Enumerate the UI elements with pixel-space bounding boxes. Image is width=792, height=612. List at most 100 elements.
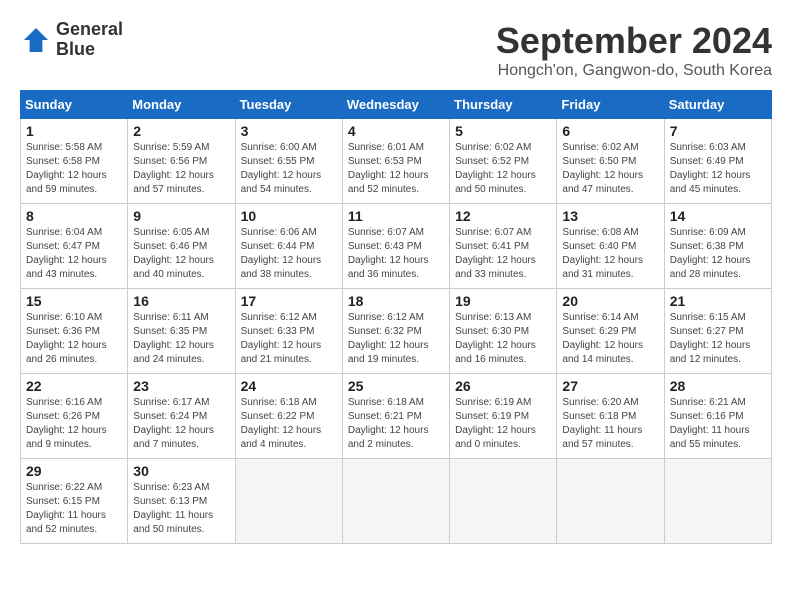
table-row	[235, 459, 342, 544]
table-row: 11 Sunrise: 6:07 AM Sunset: 6:43 PM Dayli…	[342, 204, 449, 289]
table-row: 24Sunrise: 6:18 AM Sunset: 6:22 PM Dayli…	[235, 374, 342, 459]
day-info: Sunrise: 6:09 AM Sunset: 6:38 PM Dayligh…	[670, 226, 766, 282]
day-info: Sunrise: 6:21 AM Sunset: 6:16 PM Dayligh…	[670, 396, 766, 452]
table-row: 6 Sunrise: 6:02 AM Sunset: 6:50 PM Daylig…	[557, 119, 664, 204]
day-number: 19	[455, 293, 551, 309]
day-info: Sunrise: 6:18 AM Sunset: 6:21 PM Dayligh…	[348, 396, 444, 452]
calendar-row: 1 Sunrise: 5:58 AM Sunset: 6:58 PM Daylig…	[21, 119, 772, 204]
day-number: 11	[348, 208, 444, 224]
day-info: Sunrise: 6:03 AM Sunset: 6:49 PM Dayligh…	[670, 141, 766, 197]
day-number: 24	[241, 378, 337, 394]
table-row: 20 Sunrise: 6:14 AM Sunset: 6:29 PM Dayli…	[557, 289, 664, 374]
day-info: Sunrise: 6:11 AM Sunset: 6:35 PM Dayligh…	[133, 311, 229, 367]
day-info: Sunrise: 6:04 AM Sunset: 6:47 PM Dayligh…	[26, 226, 122, 282]
day-number: 3	[241, 123, 337, 139]
day-number: 7	[670, 123, 766, 139]
day-info: Sunrise: 6:17 AM Sunset: 6:24 PM Dayligh…	[133, 396, 229, 452]
header-sunday: Sunday	[21, 91, 128, 119]
table-row: 7 Sunrise: 6:03 AM Sunset: 6:49 PM Daylig…	[664, 119, 771, 204]
day-number: 9	[133, 208, 229, 224]
calendar-row: 15Sunrise: 6:10 AM Sunset: 6:36 PM Dayli…	[21, 289, 772, 374]
table-row: 1 Sunrise: 5:58 AM Sunset: 6:58 PM Daylig…	[21, 119, 128, 204]
day-info: Sunrise: 6:22 AM Sunset: 6:15 PM Dayligh…	[26, 481, 122, 537]
table-row: 27 Sunrise: 6:20 AM Sunset: 6:18 PM Dayli…	[557, 374, 664, 459]
table-row: 8 Sunrise: 6:04 AM Sunset: 6:47 PM Daylig…	[21, 204, 128, 289]
calendar-table: Sunday Monday Tuesday Wednesday Thursday…	[20, 90, 772, 544]
table-row: 18 Sunrise: 6:12 AM Sunset: 6:32 PM Dayli…	[342, 289, 449, 374]
day-number: 28	[670, 378, 766, 394]
calendar-row: 22 Sunrise: 6:16 AM Sunset: 6:26 PM Dayli…	[21, 374, 772, 459]
calendar-row: 8 Sunrise: 6:04 AM Sunset: 6:47 PM Daylig…	[21, 204, 772, 289]
location: Hongch'on, Gangwon-do, South Korea	[496, 62, 772, 80]
header-saturday: Saturday	[664, 91, 771, 119]
day-number: 29	[26, 463, 122, 479]
day-number: 23	[133, 378, 229, 394]
day-info: Sunrise: 6:05 AM Sunset: 6:46 PM Dayligh…	[133, 226, 229, 282]
page-header: General Blue September 2024 Hongch'on, G…	[20, 20, 772, 80]
table-row: 9 Sunrise: 6:05 AM Sunset: 6:46 PM Daylig…	[128, 204, 235, 289]
day-number: 4	[348, 123, 444, 139]
table-row: 23 Sunrise: 6:17 AM Sunset: 6:24 PM Dayli…	[128, 374, 235, 459]
day-number: 2	[133, 123, 229, 139]
day-info: Sunrise: 6:12 AM Sunset: 6:32 PM Dayligh…	[348, 311, 444, 367]
day-number: 21	[670, 293, 766, 309]
day-number: 14	[670, 208, 766, 224]
day-number: 27	[562, 378, 658, 394]
day-number: 22	[26, 378, 122, 394]
table-row: 13 Sunrise: 6:08 AM Sunset: 6:40 PM Dayli…	[557, 204, 664, 289]
day-info: Sunrise: 6:19 AM Sunset: 6:19 PM Dayligh…	[455, 396, 551, 452]
table-row: 14 Sunrise: 6:09 AM Sunset: 6:38 PM Dayli…	[664, 204, 771, 289]
day-info: Sunrise: 6:02 AM Sunset: 6:50 PM Dayligh…	[562, 141, 658, 197]
day-number: 26	[455, 378, 551, 394]
calendar-row: 29 Sunrise: 6:22 AM Sunset: 6:15 PM Dayli…	[21, 459, 772, 544]
table-row: 2 Sunrise: 5:59 AM Sunset: 6:56 PM Daylig…	[128, 119, 235, 204]
table-row	[557, 459, 664, 544]
header-monday: Monday	[128, 91, 235, 119]
table-row	[450, 459, 557, 544]
table-row: 12Sunrise: 6:07 AM Sunset: 6:41 PM Dayli…	[450, 204, 557, 289]
header-friday: Friday	[557, 91, 664, 119]
table-row	[664, 459, 771, 544]
day-info: Sunrise: 6:07 AM Sunset: 6:41 PM Dayligh…	[455, 226, 551, 282]
day-number: 6	[562, 123, 658, 139]
weekday-header-row: Sunday Monday Tuesday Wednesday Thursday…	[21, 91, 772, 119]
table-row: 5Sunrise: 6:02 AM Sunset: 6:52 PM Daylig…	[450, 119, 557, 204]
day-info: Sunrise: 6:15 AM Sunset: 6:27 PM Dayligh…	[670, 311, 766, 367]
table-row: 22 Sunrise: 6:16 AM Sunset: 6:26 PM Dayli…	[21, 374, 128, 459]
month-title: September 2024	[496, 20, 772, 62]
day-info: Sunrise: 6:23 AM Sunset: 6:13 PM Dayligh…	[133, 481, 229, 537]
day-number: 8	[26, 208, 122, 224]
day-number: 25	[348, 378, 444, 394]
day-info: Sunrise: 5:58 AM Sunset: 6:58 PM Dayligh…	[26, 141, 122, 197]
table-row: 17Sunrise: 6:12 AM Sunset: 6:33 PM Dayli…	[235, 289, 342, 374]
table-row: 30 Sunrise: 6:23 AM Sunset: 6:13 PM Dayli…	[128, 459, 235, 544]
header-thursday: Thursday	[450, 91, 557, 119]
day-number: 13	[562, 208, 658, 224]
day-number: 18	[348, 293, 444, 309]
day-info: Sunrise: 6:08 AM Sunset: 6:40 PM Dayligh…	[562, 226, 658, 282]
day-number: 1	[26, 123, 122, 139]
table-row: 3 Sunrise: 6:00 AM Sunset: 6:55 PM Daylig…	[235, 119, 342, 204]
table-row: 29 Sunrise: 6:22 AM Sunset: 6:15 PM Dayli…	[21, 459, 128, 544]
day-number: 20	[562, 293, 658, 309]
logo: General Blue	[20, 20, 123, 60]
header-wednesday: Wednesday	[342, 91, 449, 119]
title-section: September 2024 Hongch'on, Gangwon-do, So…	[496, 20, 772, 80]
table-row: 19 Sunrise: 6:13 AM Sunset: 6:30 PM Dayli…	[450, 289, 557, 374]
day-number: 30	[133, 463, 229, 479]
table-row: 25 Sunrise: 6:18 AM Sunset: 6:21 PM Dayli…	[342, 374, 449, 459]
day-info: Sunrise: 5:59 AM Sunset: 6:56 PM Dayligh…	[133, 141, 229, 197]
day-info: Sunrise: 6:10 AM Sunset: 6:36 PM Dayligh…	[26, 311, 122, 367]
day-number: 16	[133, 293, 229, 309]
day-info: Sunrise: 6:12 AM Sunset: 6:33 PM Dayligh…	[241, 311, 337, 367]
day-info: Sunrise: 6:14 AM Sunset: 6:29 PM Dayligh…	[562, 311, 658, 367]
day-info: Sunrise: 6:20 AM Sunset: 6:18 PM Dayligh…	[562, 396, 658, 452]
day-info: Sunrise: 6:00 AM Sunset: 6:55 PM Dayligh…	[241, 141, 337, 197]
day-info: Sunrise: 6:16 AM Sunset: 6:26 PM Dayligh…	[26, 396, 122, 452]
day-info: Sunrise: 6:13 AM Sunset: 6:30 PM Dayligh…	[455, 311, 551, 367]
table-row	[342, 459, 449, 544]
table-row: 4Sunrise: 6:01 AM Sunset: 6:53 PM Daylig…	[342, 119, 449, 204]
table-row: 16 Sunrise: 6:11 AM Sunset: 6:35 PM Dayli…	[128, 289, 235, 374]
table-row: 15Sunrise: 6:10 AM Sunset: 6:36 PM Dayli…	[21, 289, 128, 374]
day-info: Sunrise: 6:07 AM Sunset: 6:43 PM Dayligh…	[348, 226, 444, 282]
